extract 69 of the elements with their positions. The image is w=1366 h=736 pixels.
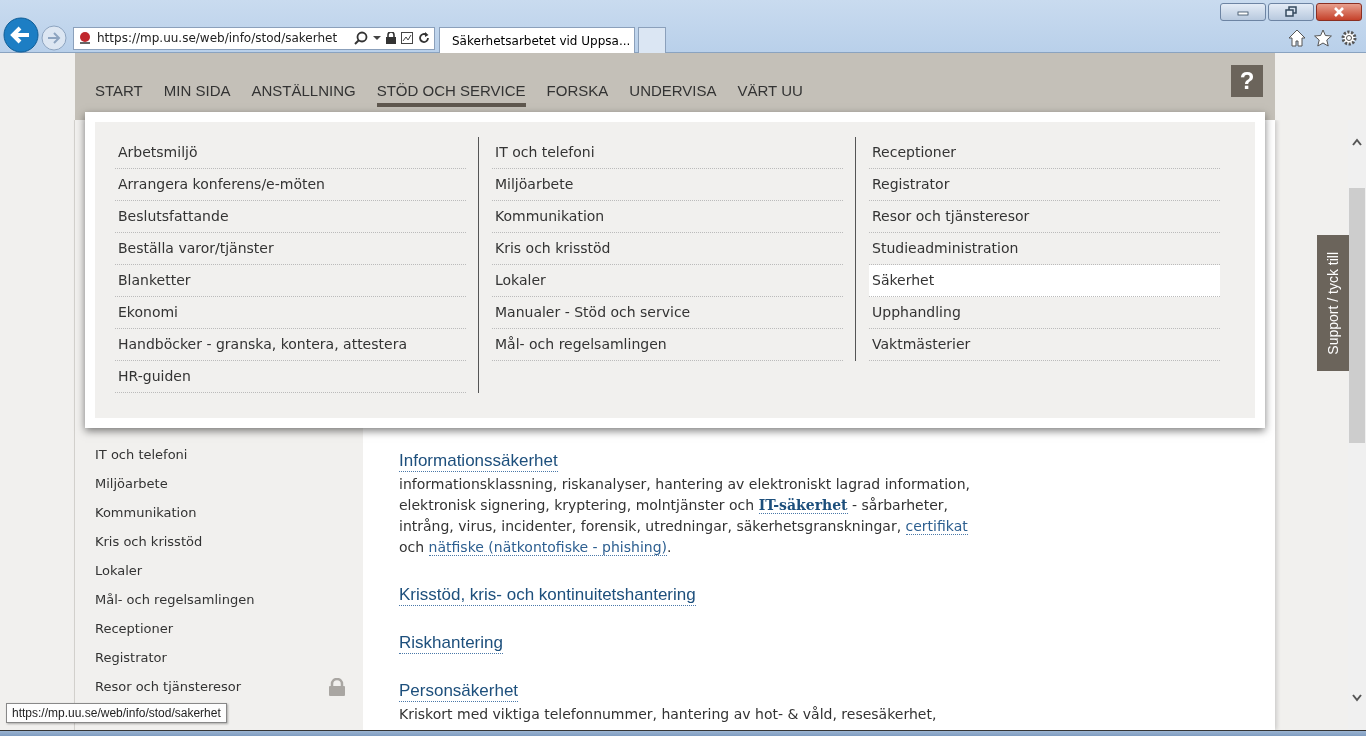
menu-link[interactable]: Lokaler	[492, 265, 843, 297]
menu-link[interactable]: Blanketter	[115, 265, 466, 297]
section-heading-link[interactable]: Riskhantering	[399, 633, 503, 654]
back-button[interactable]	[3, 17, 39, 53]
sidebar-link[interactable]: Lokaler	[95, 563, 143, 578]
scroll-down-icon[interactable]	[1352, 694, 1362, 702]
help-button[interactable]: ?	[1231, 65, 1263, 97]
home-icon[interactable]	[1288, 29, 1306, 47]
menu-link[interactable]: Kommunikation	[492, 201, 843, 233]
status-tooltip: https://mp.uu.se/web/info/stod/sakerhet	[6, 703, 227, 723]
minimize-button[interactable]	[1220, 3, 1266, 21]
scroll-up-icon[interactable]	[1352, 138, 1362, 146]
menu-link[interactable]: Arbetsmiljö	[115, 137, 466, 169]
nav-link[interactable]: STÖD OCH SERVICE	[376, 82, 526, 107]
lock-icon	[386, 32, 396, 44]
section-heading-link[interactable]: Personsäkerhet	[399, 681, 519, 702]
section-heading-link[interactable]: Informationssäkerhet	[399, 451, 558, 472]
sidebar-link[interactable]: IT och telefoni	[95, 447, 188, 462]
restore-button[interactable]	[1268, 3, 1314, 21]
sidebar-link[interactable]: Miljöarbete	[95, 476, 168, 491]
close-button[interactable]	[1316, 3, 1362, 21]
lock-icon	[329, 677, 345, 696]
sidebar-link[interactable]: Registrator	[95, 650, 167, 665]
menu-link[interactable]: Handböcker - granska, kontera, attestera	[115, 329, 466, 361]
star-icon[interactable]	[1314, 29, 1332, 47]
menu-link[interactable]: HR-guiden	[115, 361, 466, 393]
caret-icon	[373, 35, 381, 41]
menu-link[interactable]: IT och telefoni	[492, 137, 843, 169]
close-icon	[1332, 6, 1346, 18]
site-logo-icon	[78, 31, 92, 45]
menu-link[interactable]: Manualer - Stöd och service	[492, 297, 843, 329]
section-description: informationsklassning, riskanalyser, hantering av elektroniskt lagrad information, elektronisk signering, kryptering, molntjänster och IT-säkerhet - sårbarheter, intrång, virus, incidenter, forensik, utredningar, säkerhetsgranskningar, certifikat och nätfiske (nätkontofiske - phishing).	[399, 475, 971, 558]
text-link[interactable]: certifikat	[905, 518, 968, 535]
menu-link[interactable]: Beställa varor/tjänster	[115, 233, 466, 265]
settings-icon[interactable]	[1340, 29, 1358, 47]
nav-link[interactable]: START	[95, 82, 143, 107]
section-heading-link[interactable]: Krisstöd, kris- och kontinuitetshantering	[399, 585, 696, 606]
menu-link[interactable]: Mål- och regelsamlingen	[492, 329, 843, 361]
menu-link[interactable]: Säkerhet	[869, 265, 1220, 297]
nav-link[interactable]: UNDERVISA	[629, 82, 717, 107]
sidebar-link[interactable]: Resor och tjänsteresor	[95, 679, 242, 694]
text-link[interactable]: IT-säkerhet	[758, 497, 848, 514]
menu-link[interactable]: Ekonomi	[115, 297, 466, 329]
search-icon	[354, 31, 368, 45]
nav-link[interactable]: MIN SIDA	[163, 82, 231, 107]
menu-link[interactable]: Arrangera konferens/e-möten	[115, 169, 466, 201]
nav-link[interactable]: ANSTÄLLNING	[251, 82, 356, 107]
address-field[interactable]: https://mp.uu.se/web/info/stod/sakerhet	[73, 26, 435, 50]
support-feedback-button[interactable]: Support / tyck till	[1317, 235, 1349, 371]
sidebar-link[interactable]: Kris och krisstöd	[95, 534, 203, 549]
menu-link[interactable]: Miljöarbete	[492, 169, 843, 201]
scrollbar-thumb[interactable]	[1349, 188, 1365, 443]
menu-link[interactable]: Receptioner	[869, 137, 1220, 169]
text-link[interactable]: nätfiske (nätkontofiske - phishing)	[428, 539, 668, 556]
menu-link[interactable]: Beslutsfattande	[115, 201, 466, 233]
browser-tab[interactable]: Säkerhetsarbetet vid Uppsa...	[439, 27, 635, 53]
nav-link[interactable]: FORSKA	[546, 82, 609, 107]
sidebar-link[interactable]: Mål- och regelsamlingen	[95, 592, 255, 607]
menu-link[interactable]: Vaktmästerier	[869, 329, 1220, 361]
nav-link[interactable]: VÄRT UU	[737, 82, 803, 107]
menu-link[interactable]: Upphandling	[869, 297, 1220, 329]
refresh-icon	[418, 32, 430, 44]
menu-link[interactable]: Registrator	[869, 169, 1220, 201]
restore-icon	[1284, 6, 1298, 18]
menu-link[interactable]: Kris och krisstöd	[492, 233, 843, 265]
sidebar-link[interactable]: Kommunikation	[95, 505, 197, 520]
section-description: Kriskort med viktiga telefonnummer, hantering av hot- & våld, resesäkerhet,	[399, 705, 938, 724]
menu-link[interactable]: Resor och tjänsteresor	[869, 201, 1220, 233]
sidebar-link[interactable]: Receptioner	[95, 621, 174, 636]
